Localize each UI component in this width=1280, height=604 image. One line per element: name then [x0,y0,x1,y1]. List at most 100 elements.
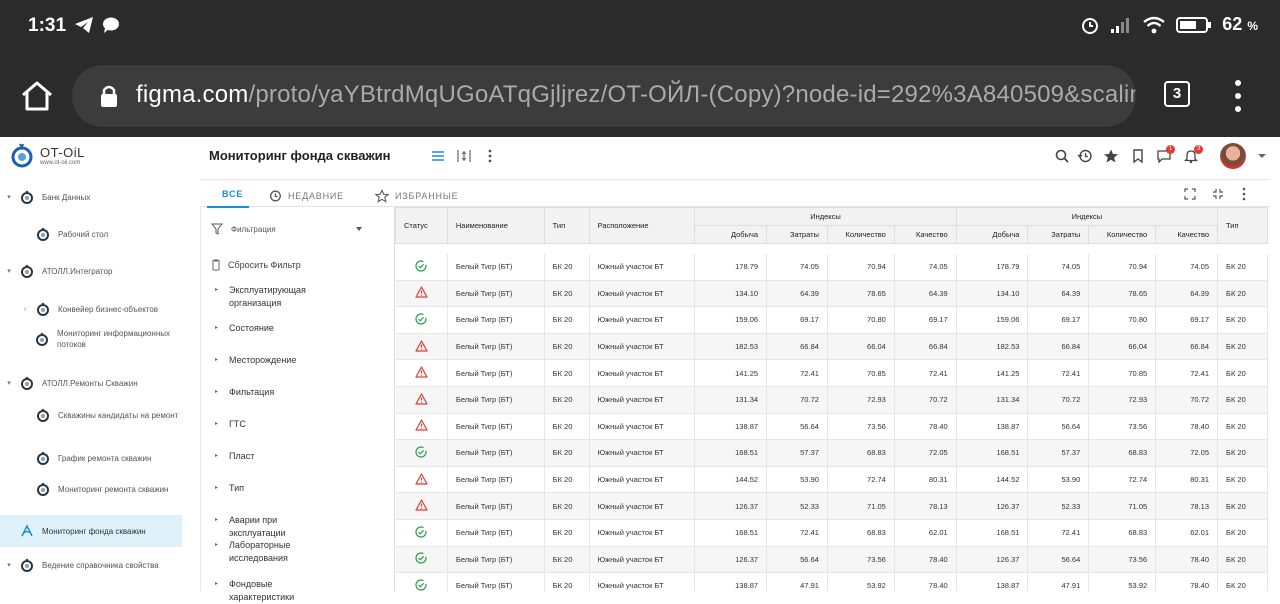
index-cell: 126.37 [694,492,768,520]
star-outline-icon [375,189,389,203]
sidebar-item[interactable]: › Конвейер бизнес-объектов [0,299,182,319]
table-row[interactable]: Белый Тигр (БТ) БК 20 Южный участок БТ 131.… [395,386,1268,414]
home-icon[interactable] [20,80,54,112]
more-vert-icon[interactable] [482,148,498,164]
caret-icon: ▾ [7,194,11,201]
wifi-icon [1143,16,1166,33]
filter-title: Фильтрация [231,224,276,234]
clock: 1:31 [28,15,67,36]
col-quantity-2[interactable]: Количество [1088,225,1157,244]
table-row[interactable]: Белый Тигр (БТ) БК 20 Южный участок БТ 168.… [395,519,1268,547]
chevron-down-icon[interactable] [1254,148,1270,164]
index-cell: 66.04 [827,333,895,361]
tab-recent[interactable]: НЕДАВНИЕ [268,189,344,203]
tab-all[interactable]: ВСЕ [222,189,243,199]
telegram-icon [75,17,93,33]
col-type-2[interactable]: Тип [1217,207,1268,244]
page-title: Мониторинг фонда скважин [209,148,391,163]
table-row[interactable]: Белый Тигр (БТ) БК 20 Южный участок БТ 182.… [395,333,1268,361]
filter-item[interactable]: ▸ Фильтация [215,386,274,399]
avatar[interactable] [1220,143,1246,169]
name-cell: Белый Тигр (БТ) [447,306,545,334]
table-row[interactable]: Белый Тигр (БТ) БК 20 Южный участок БТ 168.… [395,439,1268,467]
index-cell: 78.40 [1155,572,1219,591]
filter-item[interactable]: ▸ Состояние [215,322,274,335]
table-row[interactable]: Белый Тигр (БТ) БК 20 Южный участок БТ 126.… [395,546,1268,574]
check-circle-icon [415,446,427,460]
table-row[interactable]: Белый Тигр (БТ) БК 20 Южный участок БТ 134.… [395,280,1268,308]
filter-item-label: Тип [229,483,245,493]
lock-icon [101,85,117,107]
filter-item[interactable]: ▸ ГТС [215,418,246,431]
sidebar-item[interactable]: Рабочий стол [0,224,182,244]
table-row[interactable]: Белый Тигр (БТ) БК 20 Южный участок БТ 144.… [395,466,1268,494]
col-quantity[interactable]: Количество [826,225,895,244]
col-production-2[interactable]: Добыча [955,225,1029,244]
sidebar-item[interactable]: ▾ Ведение справочника свойства [0,555,182,575]
warning-icon [415,286,428,300]
chevron-right-icon: ▸ [215,389,219,395]
browser-menu-icon[interactable] [1232,80,1244,112]
column-settings-icon[interactable] [456,148,472,164]
table-row[interactable]: Белый Тигр (БТ) БК 20 Южный участок БТ 138.… [395,572,1268,591]
index-cell: 70.94 [827,253,895,281]
filter-item[interactable]: ▸ Аварии при эксплуатации [215,514,329,540]
table-row[interactable]: Белый Тигр (БТ) БК 20 Южный участок БТ 141.… [395,359,1268,387]
expand-icon[interactable] [1184,188,1196,200]
sidebar-item[interactable]: Скважины кандидаты на ремонт [0,405,182,425]
check-circle-icon [415,313,427,327]
tab-switcher-button[interactable]: 3 [1164,81,1190,107]
filter-item[interactable]: ▸ Пласт [215,450,254,463]
logo-subtitle: www.ot-oil.com [40,159,81,166]
type-cell-2: БК 20 [1217,466,1268,494]
sidebar-item[interactable]: Мониторинг фонда скважин [0,515,182,547]
sidebar-item[interactable]: Мониторинг информационных потоков [0,329,182,349]
collapse-icon[interactable] [1212,188,1224,200]
table-row[interactable]: Белый Тигр (БТ) БК 20 Южный участок БТ 159.… [395,306,1268,334]
sidebar-item[interactable]: ▾ АТОЛЛ.Интегратор [0,261,182,281]
sidebar-item[interactable]: ▾ АТОЛЛ.Ремонты Скважин [0,373,182,393]
chevron-right-icon: ▸ [215,517,219,523]
sidebar-item[interactable]: Мониторинг ремонта скважин [0,479,182,499]
type-cell: БК 20 [544,519,590,547]
history-icon[interactable] [1077,148,1093,164]
filter-item[interactable]: ▸ Лабораторные исследования [215,539,329,565]
search-icon[interactable] [1054,148,1070,164]
bookmark-icon[interactable] [1130,148,1146,164]
col-type[interactable]: Тип [543,207,590,244]
tab-favorites[interactable]: ИЗБРАННЫЕ [375,189,458,203]
col-quality[interactable]: Качество [893,225,957,244]
address-bar[interactable]: figma.com/proto/yaYBtrdMqUGoATqGjljrez/O… [72,65,1136,127]
index-cell: 178.79 [694,253,768,281]
filter-item[interactable]: ▸ Фондовые характеристики [215,578,329,604]
index-cell: 70.80 [1088,306,1157,334]
table-row[interactable]: Белый Тигр (БТ) БК 20 Южный участок БТ 178.… [395,253,1268,281]
index-cell: 56.64 [766,413,828,441]
filter-item[interactable]: ▸ Тип [215,482,244,495]
col-name[interactable]: Наименование [446,207,545,244]
col-group-indices: Индексы [694,207,957,226]
warning-icon [415,499,428,513]
star-icon[interactable] [1103,148,1119,164]
filter-item-label: Фильтация [229,387,275,397]
col-quality-2[interactable]: Качество [1155,225,1219,244]
filter-item[interactable]: ▸ Эксплуатирующая организация [215,284,329,310]
index-cell: 72.93 [827,386,895,414]
type-cell: БК 20 [544,413,590,441]
filter-item[interactable]: ▸ Месторождение [215,354,296,367]
type-cell-2: БК 20 [1217,333,1268,361]
col-location[interactable]: Расположение [588,207,696,244]
sidebar-item[interactable]: График ремонта скважин [0,448,182,468]
col-status[interactable]: Статус [395,207,448,244]
reset-filter-button[interactable]: Сбросить Фильтр [211,259,301,271]
table-row[interactable]: Белый Тигр (БТ) БК 20 Южный участок БТ 138.… [395,413,1268,441]
more-vert-icon[interactable] [1238,187,1250,201]
list-view-icon[interactable] [430,148,446,164]
logo[interactable]: OT-OiL www.ot-oil.com [10,142,85,168]
col-costs-2[interactable]: Затраты [1027,225,1090,244]
filter-dropdown[interactable]: Фильтрация [211,223,381,235]
table-row[interactable]: Белый Тигр (БТ) БК 20 Южный участок БТ 126.… [395,492,1268,520]
sidebar-item[interactable]: ▾ Банк Данных [0,187,182,207]
col-production[interactable]: Добыча [694,225,768,244]
col-costs[interactable]: Затраты [766,225,828,244]
